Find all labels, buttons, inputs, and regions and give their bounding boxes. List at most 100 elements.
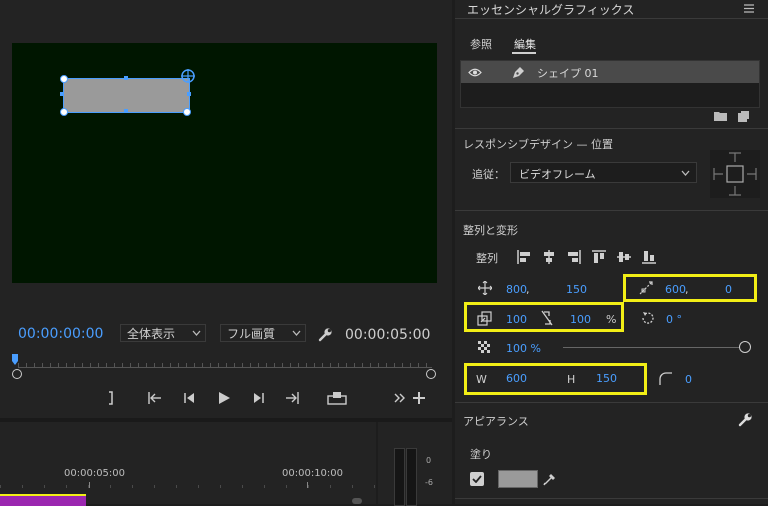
- transform-handle[interactable]: [187, 92, 191, 96]
- go-to-in-icon[interactable]: [146, 390, 164, 406]
- current-timecode[interactable]: 00:00:00:00: [18, 326, 103, 342]
- play-icon[interactable]: [214, 389, 234, 407]
- step-back-icon[interactable]: [180, 390, 198, 406]
- rotation-icon: [639, 309, 657, 327]
- ruler-label: 00:00:05:00: [64, 468, 126, 479]
- opacity-value[interactable]: 100 %: [506, 342, 541, 355]
- follow-select[interactable]: ビデオフレーム: [510, 162, 697, 183]
- opacity-icon: [477, 340, 491, 354]
- section-divider: [455, 498, 768, 499]
- transform-handle[interactable]: [183, 108, 191, 116]
- anchor-y-value[interactable]: 0: [725, 283, 732, 296]
- step-forward-icon[interactable]: [250, 390, 268, 406]
- transform-handle[interactable]: [60, 75, 68, 83]
- align-center-h-icon[interactable]: [540, 248, 558, 266]
- position-comma: ,: [526, 283, 530, 296]
- layer-row[interactable]: シェイプ 01: [461, 61, 759, 83]
- transform-handle[interactable]: [60, 92, 64, 96]
- height-value[interactable]: 150: [596, 372, 617, 385]
- in-handle[interactable]: [12, 369, 22, 379]
- fill-color-swatch[interactable]: [498, 470, 538, 488]
- width-label: W: [476, 373, 487, 386]
- section-divider: [455, 128, 768, 129]
- panel-menu-icon[interactable]: [742, 2, 756, 14]
- out-handle[interactable]: [426, 369, 436, 379]
- scroll-handle[interactable]: [352, 498, 362, 504]
- tab-edit-underline: [512, 52, 536, 54]
- ruler-ticks: [0, 485, 376, 488]
- unlink-icon[interactable]: [539, 309, 555, 327]
- follow-label: 追従：: [472, 168, 505, 181]
- new-layer-icon[interactable]: [736, 109, 750, 123]
- rotation-value[interactable]: 0 °: [666, 313, 682, 326]
- transform-handle[interactable]: [124, 76, 128, 80]
- export-frame-icon[interactable]: [326, 389, 348, 407]
- wrench-icon[interactable]: [737, 411, 753, 427]
- layer-list: シェイプ 01: [460, 60, 760, 108]
- audio-meters-panel: 0 -6: [378, 422, 452, 506]
- add-button-icon[interactable]: [411, 390, 427, 406]
- width-value[interactable]: 600: [506, 372, 527, 385]
- align-bottom-icon[interactable]: [640, 248, 658, 266]
- fit-select-value: 全体表示: [127, 326, 176, 341]
- scale-unit: %: [606, 313, 617, 326]
- section-divider: [455, 210, 768, 211]
- fill-checkbox[interactable]: [470, 472, 484, 486]
- chevron-down-icon: [192, 330, 201, 336]
- position-y-value[interactable]: 150: [566, 283, 587, 296]
- section-divider: [455, 402, 768, 403]
- align-right-icon[interactable]: [565, 248, 583, 266]
- appearance-heading: アピアランス: [463, 415, 529, 428]
- scrub-ticks: [18, 363, 432, 368]
- responsive-heading: レスポンシブデザイン — 位置: [463, 138, 613, 151]
- mark-out-icon[interactable]: [104, 390, 118, 406]
- go-to-out-icon[interactable]: [283, 390, 301, 406]
- anchor-x-value[interactable]: 600: [665, 283, 686, 296]
- opacity-slider-handle[interactable]: [739, 341, 751, 353]
- transform-handle[interactable]: [124, 109, 128, 113]
- fit-select[interactable]: 全体表示: [120, 324, 206, 342]
- scale-icon: [476, 310, 492, 326]
- highlight-box: [464, 363, 647, 395]
- align-top-icon[interactable]: [590, 248, 608, 266]
- tab-browse[interactable]: 参照: [470, 36, 492, 52]
- video-canvas[interactable]: [12, 43, 437, 283]
- scale-width-value[interactable]: 100: [506, 313, 527, 326]
- align-transform-heading: 整列と変形: [463, 224, 518, 237]
- duration-timecode: 00:00:05:00: [345, 327, 431, 343]
- quality-select-value: フル画質: [227, 326, 276, 341]
- layer-name: シェイプ 01: [537, 67, 599, 80]
- position-x-value[interactable]: 800: [506, 283, 527, 296]
- pen-tool-icon: [510, 64, 526, 80]
- wrench-icon[interactable]: [316, 325, 334, 343]
- more-controls-icon[interactable]: [393, 391, 407, 405]
- height-label: H: [567, 373, 576, 386]
- quality-select[interactable]: フル画質: [220, 324, 306, 342]
- title-underline: [455, 18, 768, 19]
- fill-label: 塗り: [470, 448, 492, 461]
- ruler-label: 00:00:10:00: [282, 468, 344, 479]
- anchor-comma: ,: [685, 283, 689, 296]
- align-left-icon[interactable]: [515, 248, 533, 266]
- eye-icon[interactable]: [467, 66, 483, 78]
- tab-edit[interactable]: 編集: [514, 36, 536, 52]
- meter-label: -6: [425, 478, 433, 487]
- eyedropper-icon[interactable]: [542, 471, 558, 487]
- video-clip[interactable]: [0, 494, 86, 506]
- panel-title: エッセンシャルグラフィックス: [467, 3, 635, 17]
- opacity-slider-track[interactable]: [563, 347, 746, 348]
- essential-graphics-panel: エッセンシャルグラフィックス 参照 編集 シェイプ 01 レスポンシブデザイン …: [455, 0, 768, 504]
- align-center-v-icon[interactable]: [615, 248, 633, 266]
- chevron-down-icon: [292, 330, 301, 336]
- folder-icon[interactable]: [713, 110, 727, 122]
- anchor-point-icon[interactable]: [180, 68, 196, 84]
- audio-meter-bar: [406, 448, 417, 506]
- transform-handle[interactable]: [60, 108, 68, 116]
- corner-radius-value[interactable]: 0: [685, 373, 692, 386]
- pin-to-widget[interactable]: [710, 150, 760, 198]
- shape-rectangle[interactable]: [63, 78, 190, 113]
- chevron-down-icon: [681, 170, 690, 176]
- anchor-point-icon: [638, 280, 654, 296]
- scale-height-value[interactable]: 100: [570, 313, 591, 326]
- follow-select-value: ビデオフレーム: [519, 168, 596, 181]
